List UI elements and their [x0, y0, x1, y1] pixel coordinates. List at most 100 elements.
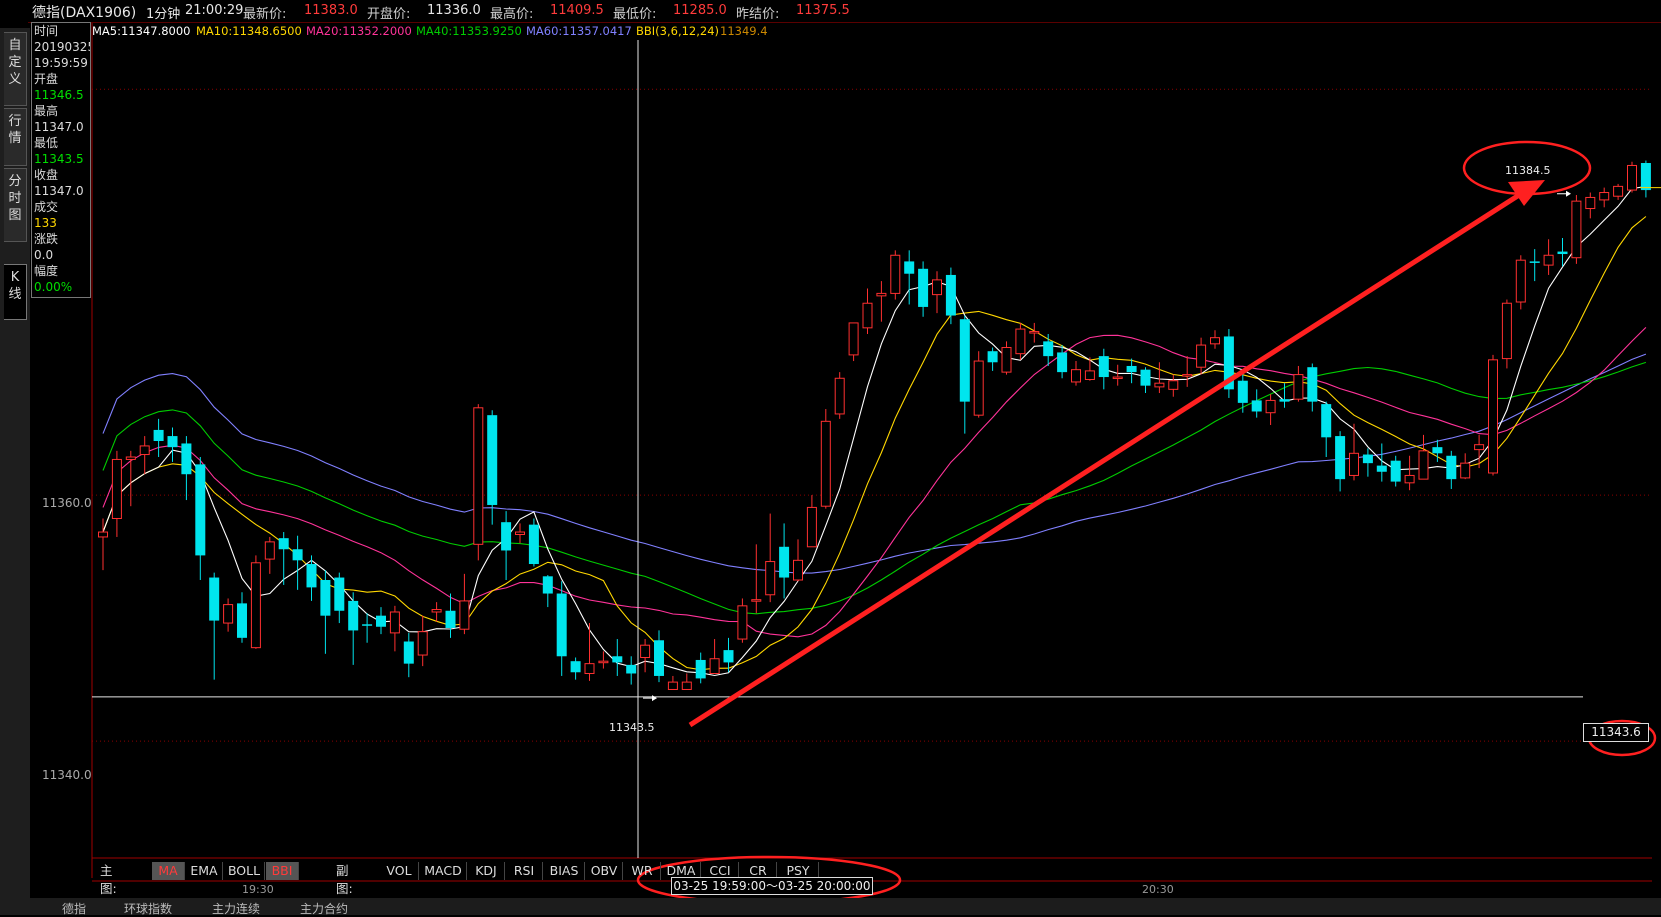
info-date: 20190325: [34, 40, 90, 54]
prev-settle-label: 昨结价:: [736, 7, 780, 22]
candle-body-up: [1029, 331, 1040, 334]
sub-indicator-obv[interactable]: OBV: [586, 862, 623, 880]
candle-body-down: [1237, 380, 1248, 403]
candle-body-down: [626, 664, 637, 674]
bottom-tab-main-continuous[interactable]: 主力连续: [212, 900, 260, 917]
kline-chart[interactable]: [0, 0, 1661, 915]
sub-indicator-bias[interactable]: BIAS: [544, 862, 585, 880]
candle-body-down: [695, 659, 706, 679]
info-volume-label: 成交: [34, 200, 59, 214]
sub-indicator-kdj[interactable]: KDJ: [468, 862, 505, 880]
candle-body-up: [848, 322, 859, 356]
main-indicator-bbi[interactable]: BBI: [266, 862, 299, 880]
candle-body-down: [167, 436, 178, 448]
candle-body-down: [1376, 465, 1387, 472]
crosshair-price-tag: 11343.6: [1583, 723, 1649, 742]
candle-body-down: [376, 615, 386, 627]
latest-price-value: 11383.0: [304, 3, 358, 18]
candle-body-down: [403, 641, 414, 664]
candle-body-down: [1432, 447, 1443, 454]
main-indicator-ema[interactable]: EMA: [186, 862, 223, 880]
candle-body-down: [1446, 455, 1457, 480]
candle-body-up: [890, 254, 901, 294]
instrument-name: 德指(DAX1906): [32, 5, 137, 21]
candle-body-up: [1154, 382, 1165, 388]
sub-indicator-wr[interactable]: WR: [624, 862, 661, 880]
max-price-label: 11384.5: [1505, 164, 1551, 177]
info-pct-label: 幅度: [34, 264, 59, 278]
candle-body-down: [1640, 163, 1651, 191]
candle-body-up: [584, 663, 595, 674]
high-price-value: 11409.5: [550, 3, 604, 18]
candle-body-up: [973, 360, 984, 416]
info-open: 11346.5: [34, 88, 84, 102]
candle-body-up: [1001, 347, 1012, 373]
info-time-label: 时间: [34, 24, 59, 38]
candle-body-down: [570, 661, 581, 673]
candle-body-down: [1557, 251, 1568, 255]
candle-body-down: [1098, 356, 1109, 378]
trend-arrow-line: [688, 187, 1529, 728]
sidebar-tab-custom[interactable]: 自定义: [4, 32, 27, 106]
sidebar-tab-kline[interactable]: K线: [4, 264, 27, 320]
candle-body-up: [1515, 259, 1526, 303]
legend-bbi-value: 11349.4: [720, 24, 768, 38]
candle-body-up: [681, 681, 692, 690]
time-tick-1930: 19:30: [242, 883, 274, 896]
candle-body-up: [1627, 164, 1637, 191]
candle-body-down: [237, 603, 247, 638]
candle-body-up: [417, 631, 428, 656]
candle-body-down: [334, 577, 345, 611]
low-price-value: 11285.0: [673, 3, 727, 18]
candle-body-up: [751, 599, 762, 602]
candle-body-up: [1349, 452, 1359, 476]
bottom-tab-main-contract[interactable]: 主力合约: [300, 900, 348, 917]
candle-body-down: [445, 610, 456, 628]
candle-body-up: [1501, 302, 1512, 360]
bottom-tab-dax[interactable]: 德指: [62, 900, 86, 917]
candle-body-down: [542, 576, 553, 594]
candle-body-up: [1474, 444, 1485, 451]
candle-body-down: [362, 624, 373, 626]
main-indicator-boll[interactable]: BOLL: [224, 862, 265, 880]
main-indicator-ma[interactable]: MA: [152, 862, 185, 880]
crosshair-time-tag: 03-25 19:59:00～03-25 20:00:00: [671, 877, 873, 895]
info-change-label: 涨跌: [34, 232, 59, 246]
candle-body-down: [987, 351, 998, 363]
candle-body-down: [1126, 365, 1137, 373]
candle-body-up: [876, 292, 887, 297]
bottom-tab-global-index[interactable]: 环球指数: [124, 900, 172, 917]
legend-ma20: MA20:11352.2000: [306, 24, 412, 38]
candle-body-down: [348, 600, 359, 631]
info-volume: 133: [34, 216, 57, 230]
candle-body-up: [1585, 196, 1596, 210]
candle-body-up: [640, 644, 651, 658]
candle-body-down: [1043, 341, 1054, 357]
candle-body-up: [1182, 374, 1193, 377]
candle-body-up: [737, 605, 748, 640]
candle-body-down: [945, 274, 956, 316]
candle-body-up: [1418, 450, 1429, 480]
candle-body-down: [654, 640, 664, 676]
candle-body-down: [1057, 352, 1068, 373]
candle-body-down: [153, 429, 164, 442]
sidebar-tab-timeshare[interactable]: 分时图: [4, 168, 27, 242]
candle-body-up: [223, 604, 234, 624]
candle-body-down: [779, 546, 790, 578]
title-bar: 德指(DAX1906) 1分钟 21:00:29 最新价: 11383.0 开盘…: [28, 0, 1661, 23]
candle-body-down: [723, 650, 734, 663]
candle-body-up: [834, 377, 845, 415]
candle-body-down: [181, 443, 192, 475]
candle-body-down: [195, 464, 206, 556]
candle-body-down: [1390, 460, 1401, 482]
sub-indicator-macd[interactable]: MACD: [420, 862, 467, 880]
candle-body-up: [820, 420, 831, 507]
sub-indicator-vol[interactable]: VOL: [380, 862, 419, 880]
candle-body-down: [1529, 261, 1540, 263]
candle-body-up: [709, 658, 720, 674]
sidebar-tab-quotes[interactable]: 行情: [4, 108, 27, 166]
candle-body-up: [1543, 254, 1554, 266]
latest-price-label: 最新价:: [243, 7, 287, 22]
candle-body-up: [139, 445, 150, 456]
sub-indicator-rsi[interactable]: RSI: [506, 862, 543, 880]
